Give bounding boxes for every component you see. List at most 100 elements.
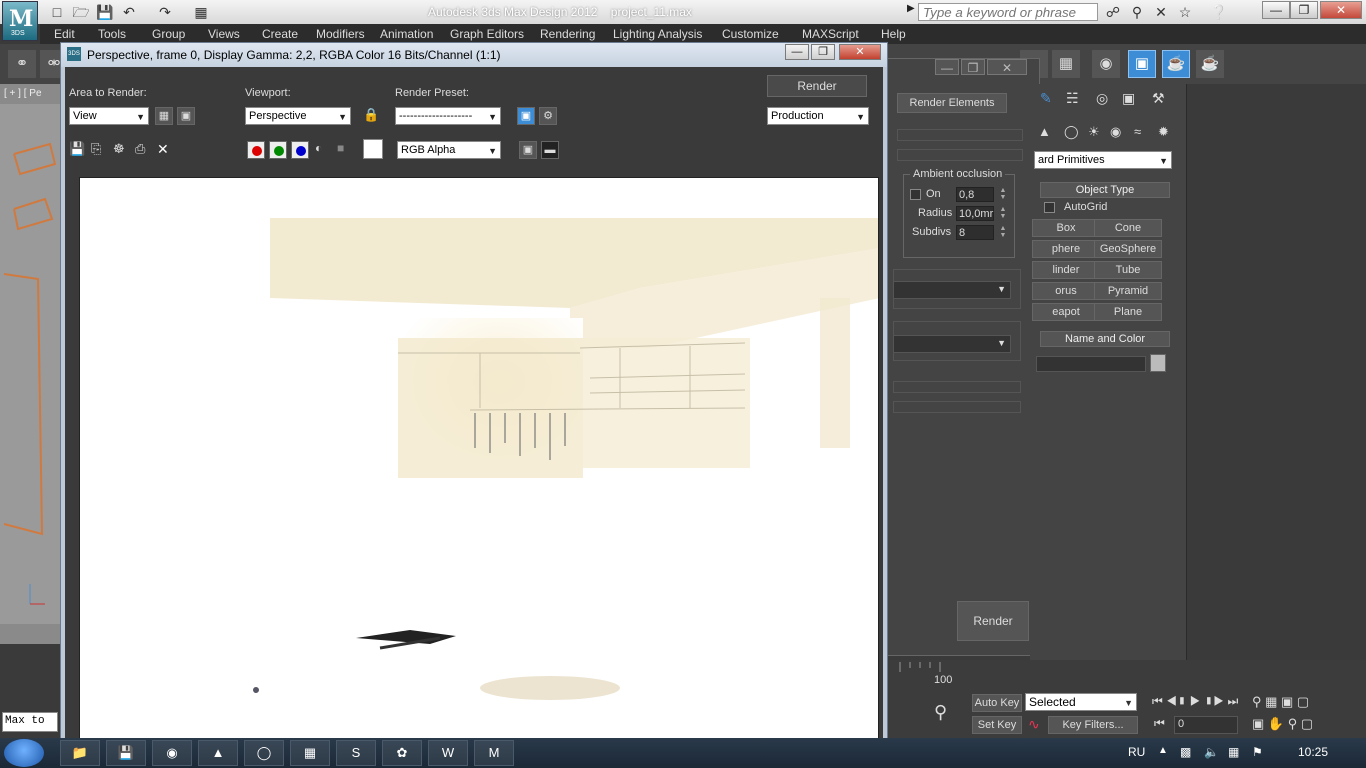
lights-icon[interactable]: ☀ bbox=[1088, 124, 1100, 140]
search-arrow-icon[interactable]: ▶ bbox=[907, 3, 915, 14]
ao-spinner-arrows[interactable]: ▲ ▼ bbox=[998, 187, 1008, 202]
maxscript-listener-input[interactable]: Max to bbox=[2, 712, 58, 732]
current-frame-input[interactable]: 0 bbox=[1174, 716, 1238, 734]
maximize-button[interactable]: ❐ bbox=[1290, 1, 1318, 19]
rollout-bar[interactable] bbox=[893, 381, 1021, 393]
browser-taskbar-icon[interactable]: ◉ bbox=[152, 740, 192, 766]
search-input[interactable] bbox=[918, 3, 1098, 21]
redo-icon[interactable]: ↷ bbox=[156, 3, 174, 21]
ao-on-checkbox[interactable] bbox=[910, 189, 921, 200]
menu-lighting-analysis[interactable]: Lighting Analysis bbox=[613, 27, 702, 41]
fb-close-button[interactable]: ✕ bbox=[839, 44, 881, 60]
skype-taskbar-icon[interactable]: S bbox=[336, 740, 376, 766]
toggle-ui-overlay-icon[interactable]: ▣ bbox=[519, 141, 537, 159]
rs-dropdown-2[interactable] bbox=[893, 335, 1011, 353]
volume-icon[interactable]: 🔈 bbox=[1204, 745, 1219, 759]
help-icon[interactable]: ❔ bbox=[1210, 3, 1228, 21]
menu-create[interactable]: Create bbox=[262, 27, 298, 41]
object-category-dropdown[interactable]: ard Primitives bbox=[1034, 151, 1172, 169]
menu-group[interactable]: Group bbox=[152, 27, 185, 41]
torus-button[interactable]: orus bbox=[1032, 282, 1100, 300]
systems-icon[interactable]: ✹ bbox=[1158, 124, 1169, 140]
radius-spinner-arrows[interactable]: ▲ ▼ bbox=[998, 206, 1008, 221]
save-file-icon[interactable]: 💾 bbox=[96, 3, 114, 21]
menu-graph-editors[interactable]: Graph Editors bbox=[450, 27, 524, 41]
render-production-icon[interactable]: ☕ bbox=[1196, 50, 1224, 78]
opera-taskbar-icon[interactable]: ◯ bbox=[244, 740, 284, 766]
utilities-tab-icon[interactable]: ⚒ bbox=[1152, 90, 1165, 107]
explorer-taskbar-icon[interactable]: 📁 bbox=[60, 740, 100, 766]
geometry-icon[interactable]: ▲ bbox=[1038, 124, 1051, 139]
rollout-bar[interactable] bbox=[897, 149, 1023, 161]
menu-tools[interactable]: Tools bbox=[98, 27, 126, 41]
rs-maximize-button[interactable]: ❐ bbox=[961, 59, 985, 75]
sphere-button[interactable]: phere bbox=[1032, 240, 1100, 258]
save-image-icon[interactable]: 💾 bbox=[69, 141, 85, 157]
viewport-nav-controls-2[interactable]: ▣ ✋ ⚲ ▢ bbox=[1252, 716, 1313, 732]
environment-effects-icon[interactable]: ⚙ bbox=[539, 107, 557, 125]
fb-maximize-button[interactable]: ❐ bbox=[811, 44, 835, 60]
box-button[interactable]: Box bbox=[1032, 219, 1100, 237]
blue-channel-toggle[interactable] bbox=[291, 141, 309, 159]
link-icon[interactable]: ⚭ bbox=[8, 50, 36, 78]
area-to-render-dropdown[interactable]: View bbox=[69, 107, 149, 125]
copy-image-icon[interactable]: ⎘ bbox=[91, 141, 101, 157]
app-logo[interactable]: M 3DS bbox=[2, 1, 38, 41]
auto-region-icon[interactable]: ▣ bbox=[177, 107, 195, 125]
favorites-star-icon[interactable]: ☆ bbox=[1176, 3, 1194, 21]
display-channel-dropdown[interactable]: RGB Alpha bbox=[397, 141, 501, 159]
display-tab-icon[interactable]: ▣ bbox=[1122, 90, 1135, 107]
close-button[interactable]: ✕ bbox=[1320, 1, 1362, 19]
tube-button[interactable]: Tube bbox=[1094, 261, 1162, 279]
color-swatch[interactable] bbox=[363, 139, 383, 159]
shapes-icon[interactable]: ◯ bbox=[1064, 124, 1079, 140]
material-editor-icon[interactable]: ◉ bbox=[1092, 50, 1120, 78]
cameras-icon[interactable]: ◉ bbox=[1110, 124, 1121, 140]
toggle-ui-icon[interactable]: ▬ bbox=[541, 141, 559, 159]
key-filters-button[interactable]: Key Filters... bbox=[1048, 716, 1138, 734]
perspective-viewport[interactable]: [ + ] [ Pe bbox=[0, 84, 60, 644]
key-mode-toggle-icon[interactable]: ⏮ bbox=[1154, 716, 1165, 731]
schematic-view-icon[interactable]: ▦ bbox=[1052, 50, 1080, 78]
rs-dropdown-1[interactable] bbox=[893, 281, 1011, 299]
ao-value-spinner[interactable]: 0,8 bbox=[956, 187, 994, 202]
auto-key-button[interactable]: Auto Key bbox=[972, 694, 1022, 712]
lock-viewport-icon[interactable]: 🔒 bbox=[363, 107, 379, 123]
space-warps-icon[interactable]: ≈ bbox=[1134, 124, 1141, 139]
monochrome-icon[interactable]: ■ bbox=[337, 141, 344, 155]
radius-spinner[interactable]: 10,0mr bbox=[956, 206, 994, 221]
alpha-channel-icon[interactable]: ◐ bbox=[315, 141, 322, 155]
rs-render-button[interactable]: Render bbox=[957, 601, 1029, 641]
app-taskbar-icon[interactable]: ▲ bbox=[198, 740, 238, 766]
teapot-button[interactable]: eapot bbox=[1032, 303, 1100, 321]
object-name-input[interactable] bbox=[1036, 356, 1146, 372]
selection-set-dropdown[interactable]: Selected bbox=[1025, 693, 1137, 711]
communication-center-icon[interactable]: ⚲ bbox=[1128, 3, 1146, 21]
default-tangent-icon[interactable]: ∿ bbox=[1028, 716, 1040, 733]
3dsmax-taskbar-icon[interactable]: M bbox=[474, 740, 514, 766]
tools-icon[interactable]: ✕ bbox=[1152, 3, 1170, 21]
start-button[interactable] bbox=[4, 739, 44, 767]
network-icon[interactable]: ▩ bbox=[1180, 745, 1191, 759]
viewport-dropdown[interactable]: Perspective bbox=[245, 107, 351, 125]
menu-modifiers[interactable]: Modifiers bbox=[316, 27, 365, 41]
set-key-button[interactable]: Set Key bbox=[972, 716, 1022, 734]
object-color-swatch[interactable] bbox=[1150, 354, 1166, 372]
name-and-color-rollout[interactable]: Name and Color bbox=[1040, 331, 1170, 347]
red-channel-toggle[interactable] bbox=[247, 141, 265, 159]
action-center-flag-icon[interactable]: ⚑ bbox=[1252, 745, 1263, 759]
hierarchy-tab-icon[interactable]: ☵ bbox=[1066, 90, 1079, 107]
fb-minimize-button[interactable]: — bbox=[785, 44, 809, 60]
modify-tab-icon[interactable]: ✎ bbox=[1040, 90, 1052, 107]
calculator-taskbar-icon[interactable]: ▦ bbox=[290, 740, 330, 766]
open-file-icon[interactable]: 🗁 bbox=[72, 3, 90, 21]
fb-render-button[interactable]: Render bbox=[767, 75, 867, 97]
edit-region-icon[interactable]: ▦ bbox=[155, 107, 173, 125]
rs-minimize-button[interactable]: — bbox=[935, 59, 959, 75]
project-folder-icon[interactable]: ▦ bbox=[192, 3, 210, 21]
render-preset-dropdown[interactable]: -------------------- bbox=[395, 107, 501, 125]
rollout-bar[interactable] bbox=[897, 129, 1023, 141]
geosphere-button[interactable]: GeoSphere bbox=[1094, 240, 1162, 258]
clone-window-icon[interactable]: ☸ bbox=[113, 141, 125, 157]
rollout-bar[interactable] bbox=[893, 401, 1021, 413]
